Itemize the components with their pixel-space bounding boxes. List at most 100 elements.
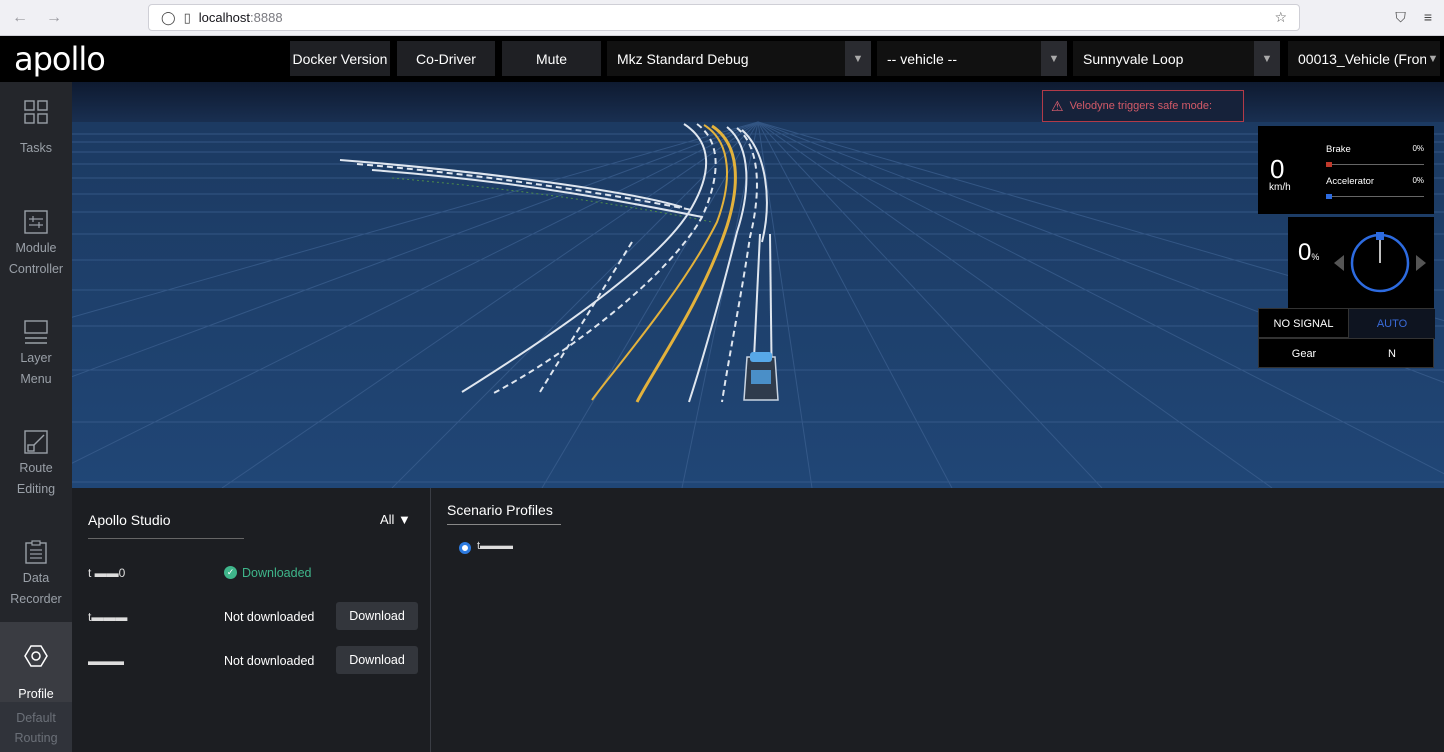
panel-title: Apollo Studio <box>88 512 171 528</box>
scenario-radio[interactable] <box>459 542 471 554</box>
sidebar-item-label: Route <box>19 461 53 475</box>
sidebar-item-data-recorder[interactable]: Data Recorder <box>0 522 72 632</box>
speed-value: 0 <box>1270 154 1285 184</box>
accelerator-bar <box>1326 194 1424 199</box>
scene-view[interactable]: ⚠ Velodyne triggers safe mode: <box>72 82 1444 488</box>
speed-unit: km/h <box>1269 182 1291 193</box>
scenario-profiles-panel: Scenario Profiles t▬▬▬ <box>430 488 1444 752</box>
camera-select[interactable]: 00013_Vehicle (Front) ▼ <box>1288 41 1440 76</box>
record-name: t▬▬▬ <box>88 610 128 624</box>
steering-unit: % <box>1311 252 1320 262</box>
sidebar: Tasks Module Controller Layer Menu Route… <box>0 82 72 752</box>
sidebar-item-label: Routing <box>14 731 58 745</box>
record-status: Not downloaded <box>224 654 315 668</box>
page-icon: ▯ <box>183 9 191 25</box>
sidebar-item-label: Menu <box>20 372 52 386</box>
bookmark-star-icon[interactable]: ☆ <box>1274 9 1287 26</box>
chevron-down-icon: ▼ <box>1426 41 1440 76</box>
driving-mode-row: NO SIGNAL AUTO <box>1258 308 1435 339</box>
chevron-down-icon: ▼ <box>1041 41 1067 76</box>
apollo-app: apollo Docker Version Co-Driver Mute Mkz… <box>0 36 1444 752</box>
map-select-value: Sunnyvale Loop <box>1083 50 1184 67</box>
brake-percent: 0% <box>1412 144 1424 153</box>
browser-right-tools: ⛉ ≡ <box>1395 9 1432 26</box>
brake-bar <box>1326 162 1424 167</box>
sidebar-item-label: Data <box>22 571 50 585</box>
sidebar-item-label: Layer <box>20 351 52 365</box>
safe-mode-alert: ⚠ Velodyne triggers safe mode: <box>1042 90 1244 122</box>
record-row: t ▬▬0 ✓ Downloaded <box>88 558 418 588</box>
record-row: t▬▬▬ Not downloaded Download <box>88 602 418 632</box>
app-header: apollo Docker Version Co-Driver Mute Mkz… <box>0 36 1444 82</box>
chevron-down-icon: ▼ <box>1254 41 1280 76</box>
record-status: Not downloaded <box>224 610 315 624</box>
apollo-logo: apollo <box>14 40 106 78</box>
map-select[interactable]: Sunnyvale Loop ▼ <box>1073 41 1280 76</box>
steering-number: 0 <box>1298 239 1312 266</box>
record-name: t ▬▬0 <box>88 566 126 580</box>
sidebar-item-label: Recorder <box>10 592 62 606</box>
panel-title: Scenario Profiles <box>447 502 553 518</box>
drive-mode-badge: AUTO <box>1349 309 1435 339</box>
ego-vehicle <box>743 352 779 401</box>
steering-wheel-icon <box>1334 232 1426 293</box>
sidebar-item-label: Default <box>16 711 56 725</box>
steering-panel: 0% <box>1288 217 1434 309</box>
scenario-item-label: t▬▬▬ <box>477 540 514 552</box>
signal-status: NO SIGNAL <box>1259 309 1349 339</box>
sidebar-item-label: Tasks <box>20 141 52 155</box>
check-circle-icon: ✓ <box>224 566 237 579</box>
docker-version-button[interactable]: Docker Version <box>290 41 390 76</box>
mute-button[interactable]: Mute <box>502 41 601 76</box>
shield-icon: ◯ <box>161 9 176 25</box>
url-port: :8888 <box>250 10 283 25</box>
title-underline <box>447 524 561 525</box>
sliders-icon <box>24 210 48 234</box>
gear-label: Gear <box>1291 348 1317 360</box>
sidebar-item-label: Controller <box>8 262 64 276</box>
browser-toolbar: ← → ◯ ▯ localhost:8888 ☆ ⛉ ≡ <box>0 0 1444 36</box>
sidebar-item-label: Module <box>15 241 57 255</box>
clipboard-icon <box>25 540 47 564</box>
pocket-icon[interactable]: ⛉ <box>1395 9 1406 26</box>
sidebar-item-label: Editing <box>16 482 56 496</box>
steering-value: 0% <box>1298 239 1319 267</box>
brake-label: Brake <box>1326 144 1351 155</box>
vehicle-select-value: -- vehicle -- <box>887 50 958 67</box>
address-bar[interactable]: ◯ ▯ localhost:8888 ☆ <box>148 4 1300 31</box>
sidebar-item-route-editing[interactable]: Route Editing <box>0 412 72 522</box>
download-button[interactable]: Download <box>336 646 418 674</box>
record-name: ▬▬▬ <box>88 654 124 668</box>
layers-icon <box>24 320 48 344</box>
sidebar-item-layer-menu[interactable]: Layer Menu <box>0 302 72 412</box>
accelerator-bar-fill <box>1326 194 1332 199</box>
accelerator-percent: 0% <box>1412 176 1424 185</box>
sidebar-item-tasks[interactable]: Tasks <box>0 82 72 192</box>
vehicle-select[interactable]: -- vehicle -- ▼ <box>877 41 1067 76</box>
hexagon-icon <box>24 645 48 667</box>
menu-icon[interactable]: ≡ <box>1424 9 1432 26</box>
record-status: Downloaded <box>242 566 312 580</box>
mode-select[interactable]: Mkz Standard Debug ▼ <box>607 41 871 76</box>
speed-panel: 0 km/h Brake 0% Accelerator 0% <box>1258 126 1434 214</box>
alert-text: Velodyne triggers safe mode: <box>1069 100 1213 112</box>
sidebar-item-default-routing[interactable]: Default Routing <box>0 702 72 752</box>
gear-value: N <box>1388 348 1396 360</box>
camera-select-value: 00013_Vehicle (Front) <box>1298 50 1436 67</box>
apollo-studio-panel: Apollo Studio All ▼ t ▬▬0 ✓ Downloaded t… <box>72 488 430 752</box>
download-button[interactable]: Download <box>336 602 418 630</box>
brake-bar-fill <box>1326 162 1332 167</box>
warning-icon: ⚠ <box>1051 97 1064 114</box>
route-icon <box>24 430 48 454</box>
browser-nav: ← → <box>12 9 152 27</box>
gear-row: Gear N <box>1258 338 1434 368</box>
co-driver-button[interactable]: Co-Driver <box>397 41 495 76</box>
filter-dropdown[interactable]: All ▼ <box>380 512 411 527</box>
ground-plane <box>72 122 1444 488</box>
accelerator-label: Accelerator <box>1326 176 1375 187</box>
map-canvas <box>72 82 1444 488</box>
record-row: ▬▬▬ Not downloaded Download <box>88 646 418 676</box>
sidebar-item-module-controller[interactable]: Module Controller <box>0 192 72 302</box>
back-arrow-icon[interactable]: ← <box>12 9 28 27</box>
forward-arrow-icon[interactable]: → <box>46 9 62 27</box>
